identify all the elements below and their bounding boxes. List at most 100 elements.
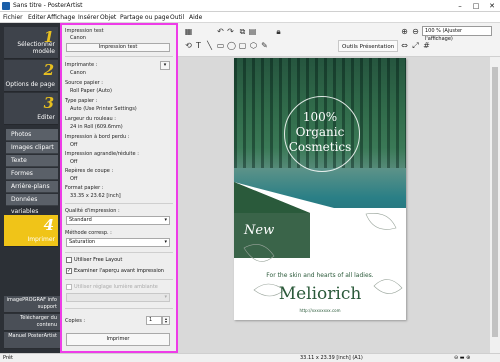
test-print-button[interactable]: Impression test [66, 43, 170, 52]
free-layout-checkbox[interactable] [66, 257, 72, 263]
step-select-template[interactable]: 1 Sélectionner modèle [4, 27, 58, 59]
nav-item-text[interactable]: Texte [6, 155, 58, 167]
ambient-light-checkbox[interactable] [66, 284, 72, 290]
step-number: 2 [43, 61, 54, 79]
close-icon[interactable]: ✕ [484, 0, 500, 12]
test-printer-value: Canon [70, 35, 86, 41]
title-bar: Sans titre - PosterArtist – □ ✕ [0, 0, 500, 12]
type-value: Auto (Use Printer Settings) [70, 106, 137, 112]
enlarge-value: Off [70, 159, 78, 165]
zoom-out-icon[interactable]: ⊖ [411, 27, 420, 36]
maximize-icon[interactable]: □ [468, 0, 484, 12]
nav-item-photos[interactable]: Photos [6, 129, 58, 141]
menu-tools[interactable]: Outil [170, 14, 184, 21]
fit-page-icon[interactable]: ⤢ [411, 41, 420, 50]
ambient-light-select[interactable]: ▾ [66, 293, 170, 302]
manual-button[interactable]: Manuel PosterArtist [4, 332, 60, 349]
nav-item-backgrounds[interactable]: Arrière-plans [6, 181, 58, 193]
divider [65, 279, 173, 280]
ambient-light-label: Utiliser réglage lumière ambiante [74, 284, 158, 290]
paste-icon[interactable]: ▤ [248, 27, 257, 36]
status-bar: Prêt 33.11 x 23.39 [inch] (A1) ⊖ ▬ ⊕ [0, 353, 500, 362]
paper-size-status: 33.11 x 23.39 [inch] (A1) [300, 355, 363, 361]
type-label: Type papier : [65, 98, 98, 104]
cut-marks-label: Repères de coupe : [65, 168, 114, 174]
zoom-select[interactable]: 100 % (Ajuster l'affichage) [422, 26, 492, 42]
preview-checkbox[interactable]: ✓ [66, 268, 72, 274]
copies-stepper[interactable]: 1 [146, 316, 162, 325]
nav-item-variable-data[interactable]: Données variables [6, 194, 58, 215]
step-label: Editer [37, 114, 55, 121]
menu-edit[interactable]: Editer [28, 14, 46, 21]
support-info-button[interactable]: imagePROGRAF info support [4, 296, 60, 313]
print-panel: Impression test Canon Impression test Im… [60, 23, 178, 353]
rotate-icon[interactable]: ⟲ [184, 41, 193, 50]
divider [65, 308, 173, 309]
minimize-icon[interactable]: – [452, 0, 468, 12]
chevron-down-icon: ▾ [164, 239, 167, 245]
image-icon[interactable]: ▦ [184, 27, 193, 36]
printer-label: Imprimante : [65, 62, 98, 68]
fit-width-icon[interactable]: ⇔ [400, 41, 409, 50]
printer-dropdown-button[interactable]: ▾ [160, 61, 170, 70]
menu-file[interactable]: Fichier [3, 14, 23, 21]
app-icon [2, 2, 10, 10]
redo-icon[interactable]: ↷ [226, 27, 235, 36]
left-navigation: 1 Sélectionner modèle 2 Options de page … [0, 23, 60, 353]
source-value: Roll Paper (Auto) [70, 88, 112, 94]
divider [65, 56, 173, 57]
zoom-value: 100 % (Ajuster l'affichage) [425, 28, 463, 42]
chevron-down-icon: ▾ [164, 217, 167, 223]
print-button[interactable]: Imprimer [66, 333, 170, 346]
step-print[interactable]: 4 Imprimer [4, 215, 58, 247]
zoom-in-icon[interactable]: ⊕ [400, 27, 409, 36]
poster-url: http://xxxxxxxx.com [299, 308, 341, 313]
test-print-label: Impression test [65, 28, 104, 34]
copies-spin-icon[interactable]: ▴ ▾ [162, 316, 170, 325]
printer-value: Canon [70, 70, 86, 76]
poster-preview[interactable]: 100% Organic Cosmetics New For the skin … [234, 58, 406, 320]
menu-help[interactable]: Aide [189, 14, 202, 21]
step-label: Options de page [5, 81, 55, 88]
scrollbar-thumb[interactable] [492, 67, 498, 337]
matching-select[interactable]: Saturation ▾ [66, 238, 170, 247]
step-edit[interactable]: 3 Editer [4, 93, 58, 125]
borderless-value: Off [70, 142, 78, 148]
rectangle-tool-icon[interactable]: ▭ [216, 41, 225, 50]
copies-label: Copies : [65, 318, 86, 324]
cut-marks-value: Off [70, 176, 78, 182]
nav-item-shapes[interactable]: Formes [6, 168, 58, 180]
download-content-button[interactable]: Télécharger du contenu [4, 314, 60, 331]
matching-value: Saturation [69, 239, 96, 245]
freeform-tool-icon[interactable]: ✎ [260, 41, 269, 50]
text-tool-icon[interactable]: T [194, 41, 203, 50]
presentation-tools-button[interactable]: Outils Présentation [338, 40, 399, 52]
menu-page[interactable]: Partage ou page [120, 14, 169, 21]
step-number: 3 [43, 94, 54, 112]
ellipse-tool-icon[interactable]: ◯ [227, 41, 236, 50]
zoom-slider[interactable]: ⊖ ▬ ⊕ [454, 354, 470, 362]
copy-icon[interactable]: ⧉ [238, 27, 247, 36]
quality-value: Standard [69, 217, 92, 223]
menu-view[interactable]: Affichage [47, 14, 75, 21]
menu-object[interactable]: Objet [100, 14, 116, 21]
grid-icon[interactable]: # [422, 41, 431, 50]
quality-select[interactable]: Standard ▾ [66, 216, 170, 225]
lock-icon[interactable]: 🔒︎ [274, 27, 283, 36]
vertical-scrollbar[interactable] [490, 57, 500, 353]
chevron-down-icon: ▾ [164, 294, 167, 300]
polygon-tool-icon[interactable]: ⬡ [249, 41, 258, 50]
line-tool-icon[interactable]: ╲ [205, 41, 214, 50]
copies-value: 1 [149, 317, 153, 323]
paper-size-value: 33.35 x 23.62 [inch] [70, 193, 121, 199]
divider [65, 252, 173, 253]
matching-label: Méthode corresp. : [65, 230, 112, 236]
nav-item-clipart[interactable]: Images clipart [6, 142, 58, 154]
undo-icon[interactable]: ↶ [216, 27, 225, 36]
rounded-rect-tool-icon[interactable]: ▢ [238, 41, 247, 50]
source-label: Source papier : [65, 80, 103, 86]
menu-insert[interactable]: Insérer [78, 14, 99, 21]
preview-label: Examiner l'aperçu avant impression [74, 268, 164, 274]
step-number: 4 [43, 216, 54, 234]
step-page-options[interactable]: 2 Options de page [4, 60, 58, 92]
